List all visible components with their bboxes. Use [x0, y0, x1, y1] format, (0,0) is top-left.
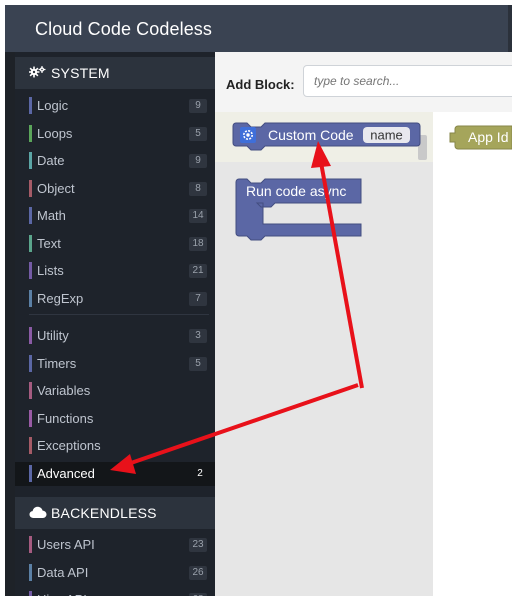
sidebar-item-label: Object — [37, 180, 75, 196]
sidebar-item-object[interactable]: Object 8 — [29, 178, 209, 200]
sidebar-item-label: Users API — [37, 537, 95, 552]
category-color-bar — [29, 563, 32, 581]
sidebar-item-functions[interactable]: Functions — [29, 408, 209, 430]
category-color-bar — [29, 536, 32, 553]
category-color-bar — [29, 289, 32, 307]
add-block-label: Add Block: — [226, 77, 295, 92]
category-color-bar — [29, 409, 32, 427]
app-header: Cloud Code Codeless — [5, 5, 512, 52]
app-title: Cloud Code Codeless — [35, 19, 213, 39]
sidebar-item-label: Exceptions — [37, 438, 101, 453]
sidebar-item-label: Hive API — [37, 592, 87, 596]
sidebar-item-variables[interactable]: Variables — [29, 380, 209, 402]
category-color-bar — [29, 207, 32, 224]
sidebar-item-label: Advanced — [37, 465, 95, 481]
sidebar-item-label: Lists — [37, 263, 64, 278]
category-color-bar — [29, 437, 32, 454]
sidebar-divider — [29, 314, 209, 315]
custom-code-block[interactable]: Custom Code name — [231, 122, 421, 152]
app-id-block[interactable]: App Id — [448, 125, 512, 151]
sidebar-item-date[interactable]: Date 9 — [29, 150, 209, 172]
block-count-badge: 68 — [189, 593, 207, 596]
sidebar-item-users-api[interactable]: Users API 23 — [29, 534, 209, 556]
run-code-async-label: Run code async — [246, 183, 346, 199]
block-count-badge: 9 — [189, 99, 207, 113]
sidebar-item-utility[interactable]: Utility 3 — [29, 325, 209, 347]
sidebar-item-advanced[interactable]: Advanced 2 — [15, 461, 215, 486]
header-edge — [508, 5, 512, 52]
sidebar-item-label: Logic — [37, 98, 69, 113]
block-count-badge: 5 — [189, 356, 207, 371]
section-system[interactable]: SYSTEM — [15, 57, 215, 89]
category-color-bar — [29, 591, 32, 596]
block-count-badge: 14 — [189, 209, 207, 223]
custom-code-param[interactable]: name — [370, 128, 403, 143]
sidebar-item-label: Timers — [37, 355, 77, 371]
sidebar-item-label: Text — [37, 235, 61, 251]
category-color-bar — [29, 124, 32, 142]
sidebar-item-label: RegExp — [37, 290, 84, 306]
sidebar-item-label: Utility — [37, 328, 69, 343]
block-count-badge: 26 — [189, 565, 207, 580]
run-code-async-block[interactable]: Run code async — [235, 178, 365, 242]
app-window: Cloud Code Codeless SYSTEM Logic 9 Loops… — [5, 5, 512, 596]
sidebar-item-math[interactable]: Math 14 — [29, 205, 209, 227]
app-id-label: App Id — [468, 129, 508, 145]
add-block-bar: Add Block: — [215, 52, 512, 113]
sidebar-item-label: Math — [37, 208, 66, 223]
sidebar-item-regexp[interactable]: RegExp 7 — [29, 288, 209, 310]
category-color-bar — [29, 179, 32, 197]
category-color-bar — [29, 354, 32, 372]
section-backendless[interactable]: BACKENDLESS — [15, 497, 215, 529]
category-color-bar — [29, 464, 32, 482]
block-count-badge: 21 — [189, 264, 207, 278]
category-color-bar — [29, 97, 32, 114]
sidebar-item-loops[interactable]: Loops 5 — [29, 123, 209, 145]
block-count-badge: 18 — [189, 236, 207, 251]
category-color-bar — [29, 382, 32, 399]
code-canvas[interactable] — [433, 112, 512, 596]
block-count-badge: 3 — [189, 329, 207, 343]
sidebar-item-label: Loops — [37, 125, 73, 141]
sidebar-item-timers[interactable]: Timers 5 — [29, 353, 209, 375]
block-count-badge: 2 — [191, 466, 209, 481]
sidebar-item-label: Variables — [37, 383, 91, 398]
category-color-bar — [29, 327, 32, 344]
sidebar: SYSTEM Logic 9 Loops 5 Date 9 Object 8 Math 14 Tex… — [15, 52, 215, 596]
category-color-bar — [29, 262, 32, 279]
cloud-icon — [29, 506, 47, 522]
custom-code-label: Custom Code — [268, 127, 354, 143]
workspace: Add Block: Custom Code name App Id Ru — [215, 52, 512, 596]
sidebar-item-exceptions[interactable]: Exceptions — [29, 435, 209, 457]
category-color-bar — [29, 152, 32, 169]
sidebar-item-data-api[interactable]: Data API 26 — [29, 562, 209, 584]
section-backendless-title: BACKENDLESS — [51, 505, 157, 521]
sidebar-item-label: Functions — [37, 410, 94, 426]
gear-icon[interactable] — [240, 127, 256, 143]
sidebar-item-hive-api[interactable]: Hive API 68 — [29, 589, 209, 596]
block-count-badge: 8 — [189, 181, 207, 196]
sidebar-item-logic[interactable]: Logic 9 — [29, 95, 209, 117]
block-count-badge: 9 — [189, 154, 207, 168]
block-count-badge: 7 — [189, 291, 207, 306]
block-search-input[interactable] — [303, 65, 512, 97]
sidebar-item-label: Date — [37, 153, 65, 168]
gears-icon — [28, 65, 47, 82]
section-system-title: SYSTEM — [51, 65, 110, 81]
category-color-bar — [29, 234, 32, 252]
sidebar-item-text[interactable]: Text 18 — [29, 233, 209, 255]
block-count-badge: 5 — [189, 126, 207, 141]
block-count-badge: 23 — [189, 538, 207, 552]
sidebar-item-lists[interactable]: Lists 21 — [29, 260, 209, 282]
sidebar-item-label: Data API — [37, 564, 89, 580]
